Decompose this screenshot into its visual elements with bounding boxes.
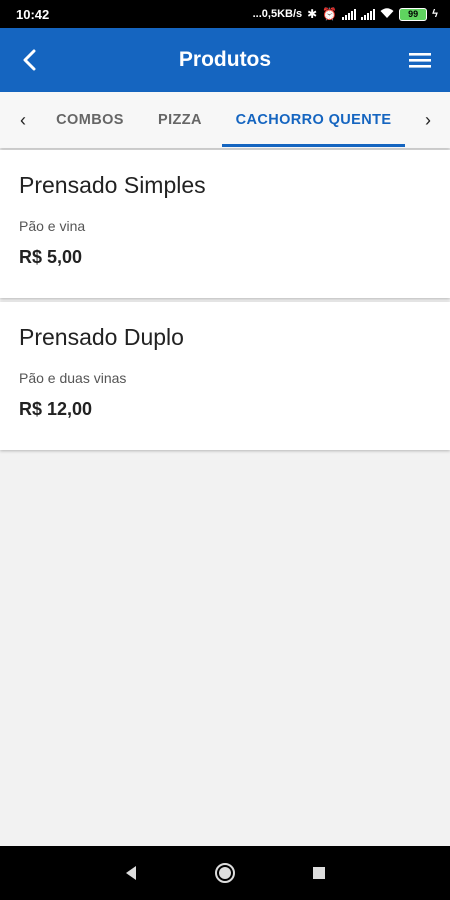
hamburger-menu-icon[interactable] xyxy=(402,42,438,78)
product-name: Prensado Duplo xyxy=(19,324,184,350)
home-circle-icon[interactable] xyxy=(210,858,240,888)
alarm-icon: ⏰ xyxy=(322,7,338,21)
charging-icon: ϟ xyxy=(432,8,438,20)
app-bar: Produtos xyxy=(0,28,450,92)
product-name: Prensado Simples xyxy=(19,172,206,198)
recents-square-icon[interactable] xyxy=(304,858,334,888)
system-nav-bar xyxy=(0,846,450,900)
signal-icon xyxy=(361,8,376,20)
wifi-icon xyxy=(380,7,394,22)
back-triangle-icon[interactable] xyxy=(116,858,146,888)
battery-icon: 99 xyxy=(399,7,428,21)
status-icons: ...0,5KB/s ✱ ⏰ 99 ϟ xyxy=(253,7,438,22)
product-description: Pão e duas vinas xyxy=(19,370,127,386)
network-speed: ...0,5KB/s xyxy=(252,8,303,20)
page-title: Produtos xyxy=(178,48,272,71)
product-card[interactable]: Prensado Duplo Pão e duas vinas R$ 12,00 xyxy=(0,302,450,450)
tab-cachorro-quente[interactable]: CACHORRO QUENTE xyxy=(222,92,405,148)
status-bar: 10:42 ...0,5KB/s ✱ ⏰ 99 ϟ xyxy=(0,0,450,28)
status-time: 10:42 xyxy=(16,6,50,22)
signal-icon xyxy=(342,8,357,20)
product-description: Pão e vina xyxy=(19,218,86,234)
chevron-left-icon[interactable]: ‹ xyxy=(3,92,43,148)
chevron-right-icon[interactable]: › xyxy=(408,92,448,148)
bluetooth-off-icon: ✱ xyxy=(307,7,318,21)
product-price: R$ 12,00 xyxy=(19,399,93,419)
active-tab-indicator xyxy=(222,144,405,147)
product-price: R$ 5,00 xyxy=(19,247,83,267)
product-card[interactable]: Prensado Simples Pão e vina R$ 5,00 xyxy=(0,150,450,298)
tab-combos[interactable]: COMBOS xyxy=(46,92,134,148)
tab-pizza[interactable]: PIZZA xyxy=(146,92,214,148)
category-tabs: ‹ COMBOS PIZZA CACHORRO QUENTE › xyxy=(0,92,450,148)
